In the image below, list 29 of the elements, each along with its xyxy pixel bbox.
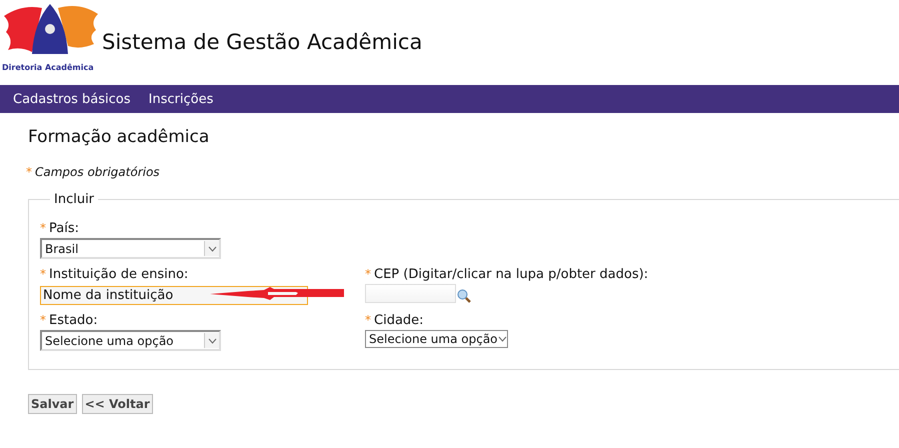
required-note: Campos obrigatórios — [35, 165, 160, 179]
field-label: Instituição de ensino: — [49, 267, 188, 282]
caret-icon — [498, 336, 507, 342]
field-label: Cidade: — [374, 313, 424, 328]
caret-icon — [208, 338, 216, 344]
required-mark: * — [40, 313, 46, 328]
select-field[interactable]: Selecione uma opção — [40, 330, 221, 351]
form-button[interactable]: Salvar — [28, 394, 77, 414]
search-icon[interactable] — [457, 289, 471, 303]
required-mark: * — [26, 165, 32, 179]
required-mark: * — [40, 221, 46, 236]
input-field[interactable] — [365, 284, 456, 303]
menu-item[interactable]: Inscrições — [148, 92, 214, 106]
input-field[interactable]: Nome da instituição — [40, 286, 308, 305]
field-label: CEP (Digitar/clicar na lupa p/obter dados): — [374, 267, 648, 282]
logo-caption: Diretoria Acadêmica — [2, 63, 95, 72]
field-label: País: — [49, 221, 79, 236]
required-mark: * — [40, 267, 46, 282]
caret-icon — [208, 246, 216, 252]
required-mark: * — [365, 313, 371, 328]
select-field[interactable]: Brasil — [40, 238, 221, 259]
page-title: Formação acadêmica — [28, 127, 210, 147]
required-mark: * — [365, 267, 371, 282]
menu-item[interactable]: Cadastros básicos — [13, 92, 131, 106]
app-title: Sistema de Gestão Acadêmica — [102, 30, 422, 54]
field-label: Estado: — [49, 313, 98, 328]
form-button[interactable]: << Voltar — [82, 394, 153, 414]
panel-legend: Incluir — [50, 192, 98, 207]
select-field[interactable]: Selecione uma opção — [365, 330, 508, 348]
